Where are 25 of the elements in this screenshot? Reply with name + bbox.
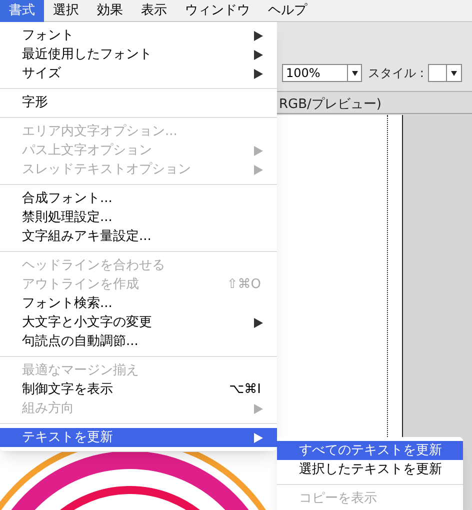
menu-item[interactable]: 文字組みアキ量設定... (0, 227, 277, 246)
menu-item[interactable]: フォント (0, 26, 277, 45)
menu-bar-item[interactable]: ヘルプ (259, 0, 316, 22)
menu-item[interactable]: 字形 (0, 93, 277, 112)
menu-item[interactable]: 大文字と小文字の変更 (0, 313, 277, 332)
menu-item[interactable]: フォント検索... (0, 294, 277, 313)
menu-bar-item[interactable]: 選択 (44, 0, 88, 22)
menu-item[interactable]: 句読点の自動調節... (0, 332, 277, 351)
menu-item[interactable]: テキストを更新 (0, 428, 277, 447)
menu-item[interactable]: 制御文字を表示 ⌥⌘I (0, 380, 277, 399)
menu-bar-item[interactable]: 表示 (132, 0, 176, 22)
menu-item[interactable]: 禁則処理設定... (0, 208, 277, 227)
menu-bar-item[interactable]: 効果 (88, 0, 132, 22)
menu-item[interactable]: 選択したテキストを更新 (277, 460, 463, 479)
menu-bar-item[interactable]: ウィンドウ (176, 0, 259, 22)
document-title: RGB/プレビュー) (279, 96, 382, 114)
zoom-dropdown[interactable]: 100% (282, 64, 362, 82)
style-label: スタイル : (368, 65, 424, 82)
style-swatch-dropdown[interactable] (428, 64, 462, 82)
menu-item[interactable]: すべてのテキストを更新 (277, 441, 463, 460)
menu-item[interactable]: サイズ (0, 64, 277, 83)
menu-item[interactable]: 合成フォント... (0, 189, 277, 208)
caret-icon (347, 65, 361, 81)
menu-item[interactable]: 最近使用したフォント (0, 45, 277, 64)
menu-bar-item[interactable]: 書式 (0, 0, 44, 22)
